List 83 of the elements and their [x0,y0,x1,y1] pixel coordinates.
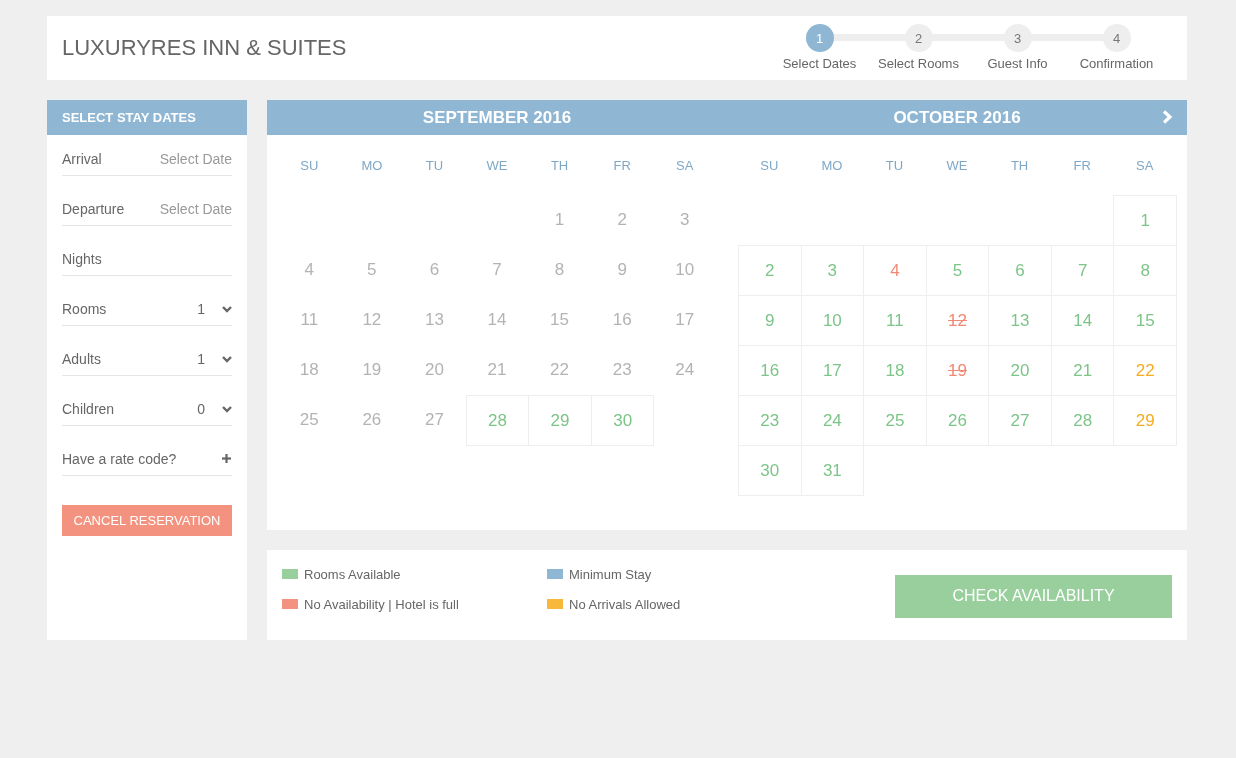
weekday-label: FR [1073,157,1091,173]
weekday-label: SA [1136,157,1154,173]
day-number: 7 [492,260,502,280]
weekday-label: SU [300,157,319,173]
step-label: Select Dates [782,56,857,72]
step-indicator: 2 [904,24,933,52]
day-number: 21 [487,360,507,380]
month-title: OCTOBER 2016 [893,107,1021,128]
legend-label: No Availability | Hotel is full [304,596,459,612]
legend-label: Minimum Stay [569,566,652,582]
calendar-day[interactable]: 29 [528,395,592,446]
day-number: 11 [300,310,319,330]
calendar-day[interactable]: 29 [1113,395,1177,446]
day-number: 6 [429,260,440,280]
day-number: 8 [554,260,565,280]
day-number: 15 [550,310,569,330]
step-indicator: 1 [805,24,834,52]
date-input[interactable]: Select Date [150,201,232,217]
day-number: 4 [304,260,314,280]
field-label: Nights [62,251,102,267]
weekday-label: TU [885,157,904,173]
calendar-day[interactable]: 30 [738,445,802,496]
day-number: 26 [362,410,382,430]
weekday-label: WE [486,157,508,173]
day-number: 2 [617,210,627,230]
calendar-day[interactable]: 28 [465,395,530,446]
day-number: 27 [424,410,444,430]
step-indicator: 4 [1102,24,1131,52]
plus-icon[interactable] [222,454,231,463]
day-number: 5 [367,260,377,280]
day-number: 22 [550,360,569,380]
weekday-label: WE [946,157,968,173]
step-label: Select Rooms [878,56,959,72]
day-number: 19 [362,360,382,380]
section-header: SELECT STAY DATES [47,100,247,135]
day-number: 16 [612,310,632,330]
day-number: 9 [617,260,627,280]
date-input[interactable]: Select Date [150,151,232,167]
weekday-label: SU [760,157,779,173]
day-number: 13 [424,310,444,330]
field-label: Have a rate code? [62,451,177,467]
calendar-day[interactable]: 31 [800,445,865,496]
month-title: SEPTEMBER 2016 [422,107,572,128]
chevron-down-icon [222,405,232,413]
calendar-day[interactable]: 2 [738,245,802,296]
hotel-name: LUXURYRES INN & SUITES [62,35,347,61]
weekday-label: FR [613,157,631,173]
calendar-day[interactable]: 30 [590,395,655,446]
weekday-label: SA [676,157,694,173]
day-number: 3 [679,210,690,230]
field-label: Adults [62,351,101,367]
calendar-day[interactable]: 1 [1113,195,1177,246]
day-number: 12 [362,310,382,330]
chevron-down-icon [222,305,232,313]
day-number: 24 [675,360,695,380]
cancel-reservation-button[interactable]: CANCEL RESERVATION [62,505,232,536]
weekday-label: MO [821,157,843,173]
legend-label: Rooms Available [304,566,401,582]
dropdown[interactable]: 1 [197,299,232,317]
check-availability-button[interactable]: CHECK AVAILABILITY [895,574,1172,618]
day-number: 10 [675,260,695,280]
weekday-label: MO [361,157,383,173]
day-number: 1 [554,210,565,230]
day-number: 18 [299,360,319,380]
weekday-label: TH [1010,157,1029,173]
field-label: Rooms [62,301,107,317]
legend-label: No Arrivals Allowed [569,596,681,612]
day-number: 20 [424,360,444,380]
day-number: 17 [675,310,695,330]
weekday-label: TH [550,157,569,173]
day-number: 23 [612,360,632,380]
field-label: Departure [62,201,125,217]
step-label: Guest Info [987,56,1048,72]
field-label: Children [62,401,115,417]
field-label: Arrival [62,151,102,167]
day-number: 14 [487,310,507,330]
dropdown[interactable]: 1 [197,349,232,367]
step-indicator: 3 [1003,24,1032,52]
dropdown[interactable]: 0 [197,399,232,417]
step-label: Confirmation [1079,56,1154,72]
day-number: 25 [299,410,319,430]
weekday-label: TU [425,157,444,173]
chevron-down-icon [222,355,232,363]
